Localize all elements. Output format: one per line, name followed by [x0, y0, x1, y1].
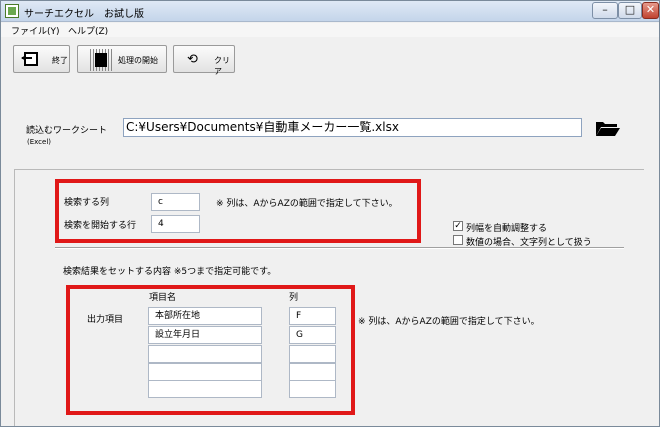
- workbook-sublabel: (Excel): [27, 138, 52, 146]
- title-bar: サーチエクセル お試し版 – □ ✕: [1, 1, 659, 22]
- menu-help[interactable]: ヘルプ(Z): [68, 24, 108, 37]
- exit-icon: [21, 52, 38, 66]
- clear-label: クリア: [214, 56, 230, 76]
- main-window: サーチエクセル お試し版 – □ ✕ ファイル(Y) ヘルプ(Z) 終了 処理の…: [0, 0, 660, 427]
- start-icon: [90, 49, 112, 71]
- autofit-checkbox[interactable]: ✓: [453, 221, 463, 231]
- clear-button[interactable]: ⟲ クリア: [173, 45, 235, 76]
- section-divider-highlight: [55, 248, 624, 249]
- maximize-button[interactable]: □: [618, 2, 642, 19]
- output-column-note: ※ 列は、AからAZの範囲で指定して下さい。: [358, 317, 540, 327]
- close-button[interactable]: ✕: [642, 2, 659, 19]
- autofit-label: 列幅を自動調整する: [466, 224, 548, 234]
- minimize-button[interactable]: –: [592, 2, 618, 19]
- menu-bar: ファイル(Y) ヘルプ(Z): [1, 23, 659, 37]
- window-title: サーチエクセル お試し版: [24, 9, 144, 20]
- output-section-label: 検索結果をセットする内容 ※5つまで指定可能です。: [63, 267, 277, 277]
- start-label: 処理の開始: [118, 56, 158, 65]
- number-as-text-checkbox[interactable]: [453, 235, 463, 245]
- workbook-path-input[interactable]: C:¥Users¥Documents¥自動車メーカー一覧.xlsx: [123, 118, 582, 137]
- exit-button[interactable]: 終了: [13, 45, 70, 73]
- undo-icon: ⟲: [187, 52, 198, 67]
- workbook-label: 読込むワークシート: [26, 126, 108, 136]
- menu-file[interactable]: ファイル(Y): [11, 24, 60, 37]
- search-highlight-box: [55, 179, 421, 243]
- app-icon: [5, 4, 19, 18]
- exit-label: 終了: [52, 56, 68, 65]
- output-highlight-box: [66, 285, 355, 415]
- folder-open-icon[interactable]: [595, 119, 621, 137]
- start-processing-button[interactable]: 処理の開始: [77, 45, 167, 73]
